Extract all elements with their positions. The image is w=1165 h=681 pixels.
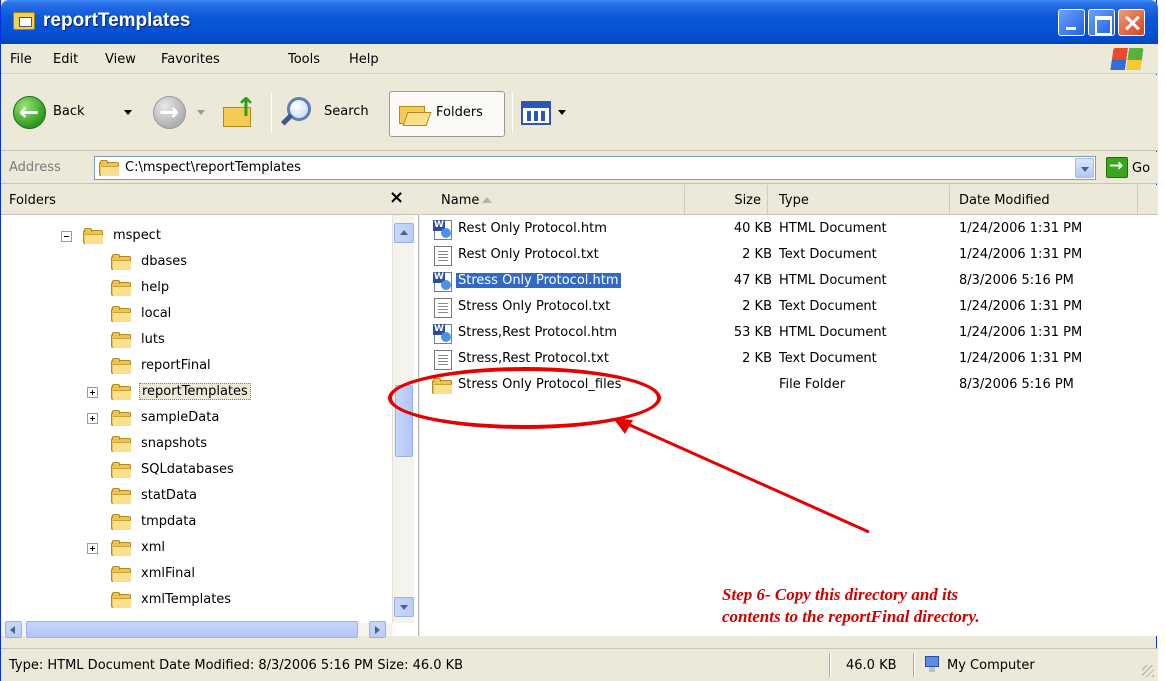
status-text: Type: HTML Document Date Modified: 8/3/2… [9,658,464,673]
status-divider [913,653,915,677]
status-divider [829,653,831,677]
annotation-line-2: contents to the reportFinal directory. [722,607,980,626]
resize-grip-icon[interactable] [1142,665,1154,677]
explorer-window: reportTemplates File Edit View Favorites… [0,0,1158,681]
status-size: 46.0 KB [846,658,897,673]
annotation-line-1: Step 6- Copy this directory and its [722,585,959,604]
status-bar: Type: HTML Document Date Modified: 8/3/2… [1,648,1158,681]
status-location: My Computer [947,658,1035,673]
annotation-text: Step 6- Copy this directory and its cont… [722,584,1122,628]
computer-icon [923,655,941,673]
annotation-arrow [613,418,870,534]
